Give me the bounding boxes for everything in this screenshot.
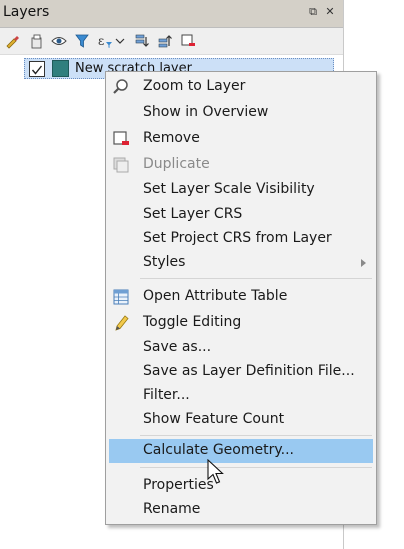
layer-visibility-checkbox[interactable]	[29, 61, 45, 77]
menu-item-properties[interactable]: Properties	[106, 474, 376, 498]
submenu-arrow-icon	[361, 259, 366, 267]
attribute-table-icon	[113, 289, 129, 305]
menu-item-label: Styles	[143, 254, 186, 270]
menu-item-label: Duplicate	[143, 156, 210, 172]
menu-item-save-as[interactable]: Save as...	[106, 336, 376, 360]
menu-item-label: Filter...	[143, 387, 190, 403]
mouse-cursor-icon	[207, 459, 224, 484]
menu-item-duplicate[interactable]: Duplicate	[106, 153, 376, 177]
menu-item-set-layer-crs[interactable]: Set Layer CRS	[106, 203, 376, 227]
menu-item-label: Set Layer Scale Visibility	[143, 181, 315, 197]
remove-layer-icon[interactable]	[180, 33, 196, 49]
pencil-icon	[115, 315, 129, 331]
menu-separator	[140, 278, 372, 279]
expression-filter-icon[interactable]: ε	[97, 33, 113, 49]
menu-item-show-in-overview[interactable]: Show in Overview	[106, 101, 376, 125]
collapse-all-icon[interactable]	[157, 33, 173, 49]
menu-item-remove[interactable]: Remove	[106, 127, 376, 151]
remove-layer-icon	[113, 131, 129, 145]
menu-item-filter[interactable]: Filter...	[106, 384, 376, 408]
menu-item-save-as-layer-definition[interactable]: Save as Layer Definition File...	[106, 360, 376, 384]
menu-item-set-project-crs[interactable]: Set Project CRS from Layer	[106, 227, 376, 251]
filter-icon[interactable]	[74, 33, 90, 49]
duplicate-layer-icon	[113, 157, 129, 173]
menu-item-set-layer-scale-visibility[interactable]: Set Layer Scale Visibility	[106, 178, 376, 202]
menu-item-label: Save as Layer Definition File...	[143, 363, 355, 379]
checkmark-icon	[31, 65, 43, 75]
svg-text:ε: ε	[98, 34, 104, 48]
panel-titlebar: Layers ⧉ ✕	[0, 0, 343, 28]
style-manager-icon[interactable]	[5, 33, 21, 49]
expand-all-icon[interactable]	[134, 33, 150, 49]
menu-item-label: Set Layer CRS	[143, 206, 243, 222]
menu-item-label: Zoom to Layer	[143, 78, 246, 94]
menu-item-label: Rename	[143, 501, 201, 517]
menu-separator	[140, 435, 372, 436]
menu-item-label: Open Attribute Table	[143, 288, 288, 304]
menu-item-zoom-to-layer[interactable]: Zoom to Layer	[106, 75, 376, 99]
zoom-icon	[113, 79, 128, 94]
menu-item-show-feature-count[interactable]: Show Feature Count	[106, 408, 376, 432]
menu-item-label: Show in Overview	[143, 104, 269, 120]
layer-symbol-swatch	[52, 60, 69, 77]
menu-item-open-attribute-table[interactable]: Open Attribute Table	[106, 285, 376, 309]
menu-item-toggle-editing[interactable]: Toggle Editing	[106, 311, 376, 335]
layers-toolbar: ε	[0, 28, 343, 55]
menu-item-rename[interactable]: Rename	[106, 498, 376, 522]
menu-item-label: Remove	[143, 130, 200, 146]
menu-item-label: Show Feature Count	[143, 411, 285, 427]
menu-separator	[140, 467, 372, 468]
panel-title: Layers	[3, 4, 50, 20]
menu-item-label: Set Project CRS from Layer	[143, 230, 332, 246]
close-panel-button[interactable]: ✕	[323, 5, 337, 19]
layer-context-menu: Zoom to Layer Show in Overview Remove Du…	[105, 71, 377, 525]
menu-item-styles[interactable]: Styles	[106, 251, 376, 275]
menu-item-label: Toggle Editing	[143, 314, 242, 330]
eye-icon[interactable]	[51, 33, 67, 49]
float-panel-button[interactable]: ⧉	[306, 5, 320, 19]
menu-item-calculate-geometry[interactable]: Calculate Geometry...	[109, 439, 373, 463]
menu-item-label: Calculate Geometry...	[143, 442, 294, 458]
menu-item-label: Properties	[143, 477, 214, 493]
add-group-icon[interactable]	[29, 33, 45, 49]
chevron-down-icon[interactable]	[115, 33, 125, 49]
menu-item-label: Save as...	[143, 339, 212, 355]
